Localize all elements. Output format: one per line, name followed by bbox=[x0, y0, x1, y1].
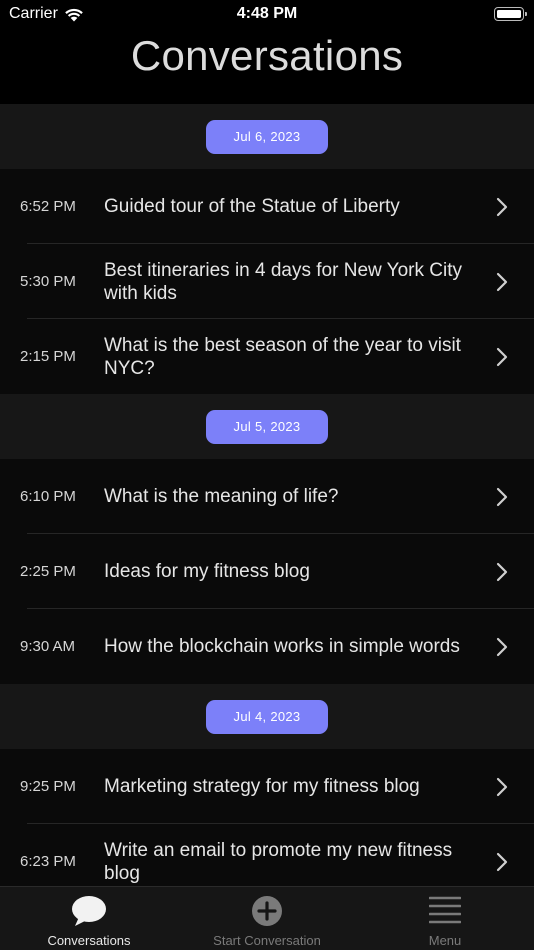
conversation-row[interactable]: 9:25 PM Marketing strategy for my fitnes… bbox=[0, 749, 534, 824]
conversation-row[interactable]: 5:30 PM Best itineraries in 4 days for N… bbox=[0, 244, 534, 319]
chevron-right-icon bbox=[496, 562, 508, 581]
chevron-right-icon bbox=[496, 347, 508, 366]
tab-conversations[interactable]: Conversations bbox=[0, 887, 178, 950]
chevron-right-icon bbox=[496, 852, 508, 871]
tab-menu[interactable]: Menu bbox=[356, 887, 534, 950]
conversation-list: Jul 6, 2023 6:52 PM Guided tour of the S… bbox=[0, 104, 534, 899]
chevron-right-icon bbox=[496, 272, 508, 291]
date-badge: Jul 6, 2023 bbox=[206, 119, 328, 154]
page-title: Conversations bbox=[130, 32, 404, 79]
tab-label: Menu bbox=[428, 933, 462, 948]
conversation-time: 9:30 AM bbox=[20, 638, 76, 655]
conversation-title: Ideas for my fitness blog bbox=[104, 561, 310, 582]
date-badge: Jul 5, 2023 bbox=[206, 409, 328, 444]
conversation-row[interactable]: 2:15 PM What is the best season of the y… bbox=[0, 319, 534, 394]
hamburger-menu-icon bbox=[429, 896, 461, 924]
chevron-right-icon bbox=[496, 487, 508, 506]
chevron-right-icon bbox=[496, 637, 508, 656]
conversation-title: Guided tour of the Statue of Liberty bbox=[104, 196, 400, 217]
conversation-row[interactable]: 6:52 PM Guided tour of the Statue of Lib… bbox=[0, 169, 534, 244]
tab-label: Conversations bbox=[47, 933, 131, 948]
status-time: 4:48 PM bbox=[236, 5, 298, 22]
conversation-title: How the blockchain works in simple words bbox=[104, 636, 460, 657]
conversation-time: 2:15 PM bbox=[20, 348, 76, 365]
chevron-right-icon bbox=[496, 197, 508, 216]
conversation-row[interactable]: 6:10 PM What is the meaning of life? bbox=[0, 459, 534, 534]
tab-bar: Conversations Start Conversation Menu bbox=[0, 886, 534, 950]
conversation-time: 2:25 PM bbox=[20, 563, 76, 580]
conversation-title: Best itineraries in 4 days for New York … bbox=[104, 259, 462, 304]
conversation-time: 5:30 PM bbox=[20, 273, 76, 290]
conversation-title: What is the best season of the year to v… bbox=[104, 334, 461, 379]
conversation-row[interactable]: 2:25 PM Ideas for my fitness blog bbox=[0, 534, 534, 609]
conversation-title: What is the meaning of life? bbox=[104, 486, 339, 507]
conversation-title: Write an email to promote my new fitness… bbox=[104, 839, 453, 884]
conversation-title: Marketing strategy for my fitness blog bbox=[104, 776, 420, 797]
chat-bubble-icon bbox=[72, 896, 106, 926]
battery-icon bbox=[494, 7, 527, 21]
conversation-time: 6:10 PM bbox=[20, 488, 76, 505]
tab-label: Start Conversation bbox=[213, 933, 321, 948]
section-header: Jul 4, 2023 bbox=[0, 684, 534, 749]
conversation-time: 9:25 PM bbox=[20, 778, 76, 795]
tab-start-conversation[interactable]: Start Conversation bbox=[178, 887, 356, 950]
plus-circle-icon bbox=[252, 896, 282, 926]
conversation-row[interactable]: 9:30 AM How the blockchain works in simp… bbox=[0, 609, 534, 684]
conversation-time: 6:52 PM bbox=[20, 198, 76, 215]
status-bar: Carrier 4:48 PM bbox=[0, 0, 534, 30]
conversation-time: 6:23 PM bbox=[20, 853, 76, 870]
section-header: Jul 5, 2023 bbox=[0, 394, 534, 459]
section-header: Jul 6, 2023 bbox=[0, 104, 534, 169]
chevron-right-icon bbox=[496, 777, 508, 796]
date-badge: Jul 4, 2023 bbox=[206, 699, 328, 734]
